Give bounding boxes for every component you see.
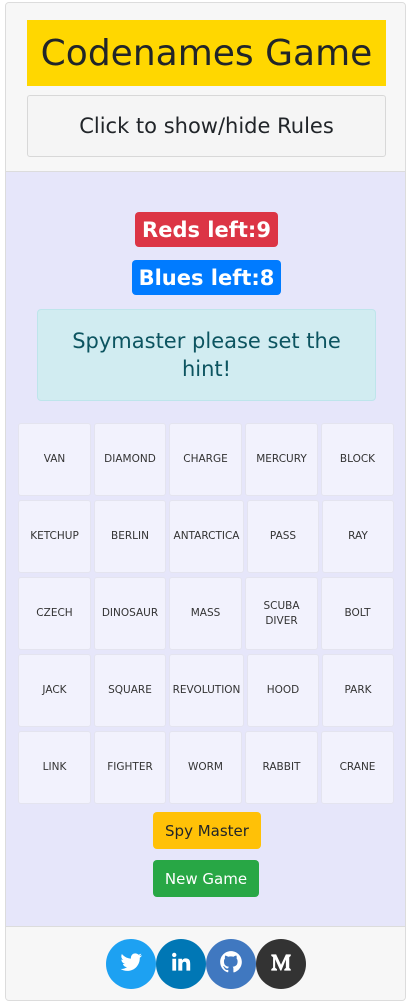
- word-card[interactable]: SQUARE: [94, 654, 166, 727]
- twitter-icon: [118, 949, 144, 979]
- github-icon: [218, 949, 244, 979]
- word-card[interactable]: HOOD: [247, 654, 319, 727]
- word-card[interactable]: SCUBA DIVER: [245, 577, 318, 650]
- game-area: Reds left:9 Blues left:8 Spymaster pleas…: [6, 171, 405, 927]
- word-card[interactable]: LINK: [18, 731, 91, 804]
- github-link[interactable]: [206, 939, 256, 989]
- word-card[interactable]: PASS: [247, 500, 319, 573]
- word-card[interactable]: VAN: [18, 423, 91, 496]
- word-card[interactable]: MERCURY: [245, 423, 318, 496]
- blues-left-badge: Blues left:8: [132, 260, 281, 295]
- word-card[interactable]: DINOSAUR: [94, 577, 166, 650]
- word-card[interactable]: KETCHUP: [18, 500, 91, 573]
- word-card[interactable]: REVOLUTION: [169, 654, 244, 727]
- board-row: LINK FIGHTER WORM RABBIT CRANE: [18, 731, 394, 804]
- medium-icon: [268, 949, 294, 979]
- word-card[interactable]: ANTARCTICA: [169, 500, 244, 573]
- linkedin-icon: [168, 949, 194, 979]
- word-card[interactable]: MASS: [169, 577, 242, 650]
- medium-link[interactable]: [256, 939, 306, 989]
- word-card[interactable]: CHARGE: [169, 423, 242, 496]
- word-card[interactable]: PARK: [322, 654, 394, 727]
- board-row: VAN DIAMOND CHARGE MERCURY BLOCK: [18, 423, 394, 496]
- word-board: VAN DIAMOND CHARGE MERCURY BLOCK KETCHUP BERLI…: [18, 423, 394, 808]
- word-card[interactable]: FIGHTER: [94, 731, 166, 804]
- spy-master-button[interactable]: Spy Master: [153, 812, 261, 849]
- reds-left-badge: Reds left:9: [135, 212, 278, 247]
- board-row: JACK SQUARE REVOLUTION HOOD PARK: [18, 654, 394, 727]
- header: Codenames Game Click to show/hide Rules: [6, 3, 405, 171]
- word-card[interactable]: CZECH: [18, 577, 91, 650]
- word-card[interactable]: CRANE: [321, 731, 394, 804]
- footer: [6, 927, 405, 1000]
- hint-alert: Spymaster please set the hint!: [37, 309, 376, 401]
- word-card[interactable]: WORM: [169, 731, 242, 804]
- word-card[interactable]: RAY: [322, 500, 394, 573]
- new-game-button[interactable]: New Game: [153, 860, 259, 897]
- board-row: KETCHUP BERLIN ANTARCTICA PASS RAY: [18, 500, 394, 573]
- word-card[interactable]: JACK: [18, 654, 91, 727]
- word-card[interactable]: BERLIN: [94, 500, 166, 573]
- word-card[interactable]: BLOCK: [321, 423, 394, 496]
- linkedin-link[interactable]: [156, 939, 206, 989]
- game-card: Codenames Game Click to show/hide Rules …: [5, 2, 406, 1001]
- word-card[interactable]: DIAMOND: [94, 423, 166, 496]
- word-card[interactable]: RABBIT: [245, 731, 318, 804]
- rules-toggle-button[interactable]: Click to show/hide Rules: [27, 95, 386, 157]
- twitter-link[interactable]: [106, 939, 156, 989]
- word-card[interactable]: BOLT: [321, 577, 394, 650]
- board-row: CZECH DINOSAUR MASS SCUBA DIVER BOLT: [18, 577, 394, 650]
- page-title: Codenames Game: [27, 20, 386, 86]
